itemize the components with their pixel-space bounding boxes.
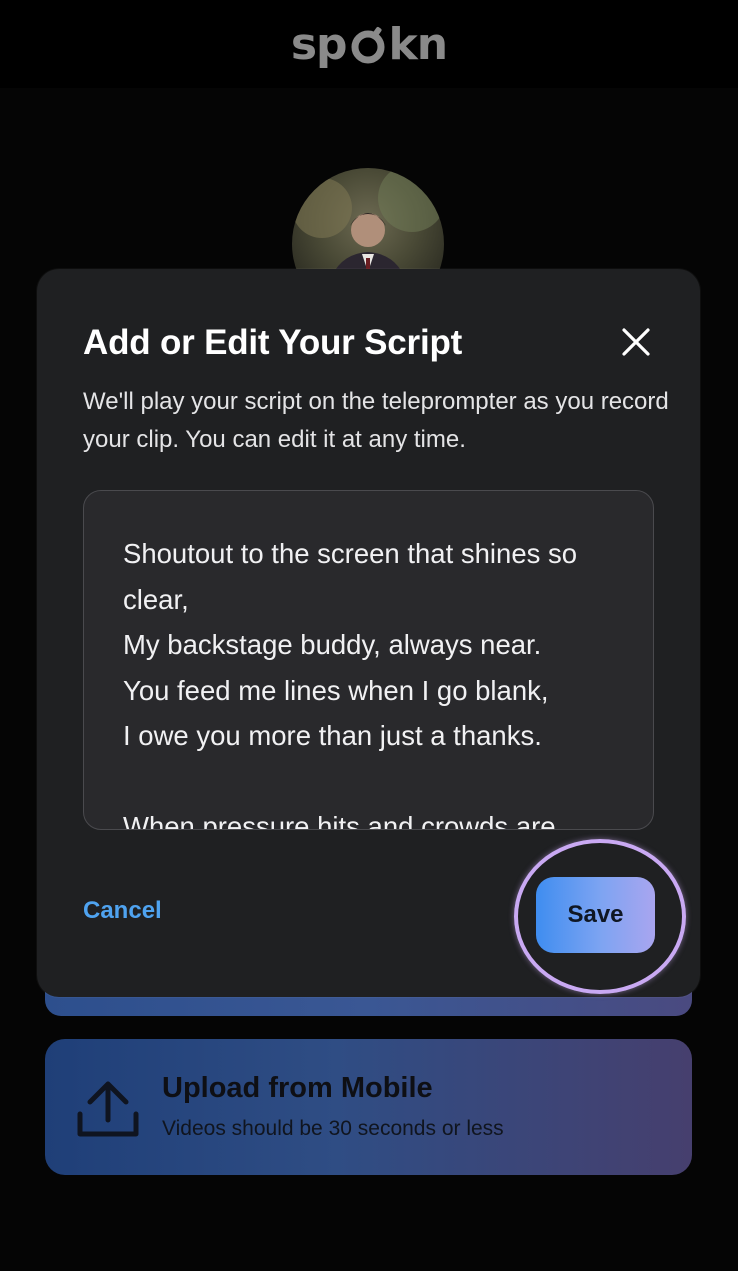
cancel-button[interactable]: Cancel <box>83 897 162 925</box>
upload-subtitle: Videos should be 30 seconds or less <box>162 1117 504 1140</box>
spokn-logo-mark-icon <box>348 24 388 64</box>
upload-icon <box>76 1080 140 1140</box>
save-button[interactable]: Save <box>536 877 655 953</box>
script-textarea[interactable]: Shoutout to the screen that shines so cl… <box>83 490 654 830</box>
close-button[interactable] <box>615 321 657 363</box>
logo-text-right: kn <box>388 18 449 70</box>
upload-title: Upload from Mobile <box>162 1072 433 1104</box>
modal-description: We'll play your script on the teleprompt… <box>83 388 669 453</box>
app-screen: sp kn Upload from Mobile Videos should b… <box>0 0 738 1271</box>
script-text: Shoutout to the screen that shines so cl… <box>123 538 578 830</box>
upload-from-mobile-card[interactable] <box>45 1039 692 1175</box>
logo-text-left: sp <box>290 18 348 70</box>
modal-title: Add or Edit Your Script <box>83 323 463 362</box>
close-icon <box>622 328 650 356</box>
script-modal: Add or Edit Your Script We'll play your … <box>37 269 700 997</box>
top-bar: sp kn <box>0 0 738 88</box>
app-logo: sp kn <box>290 18 449 70</box>
